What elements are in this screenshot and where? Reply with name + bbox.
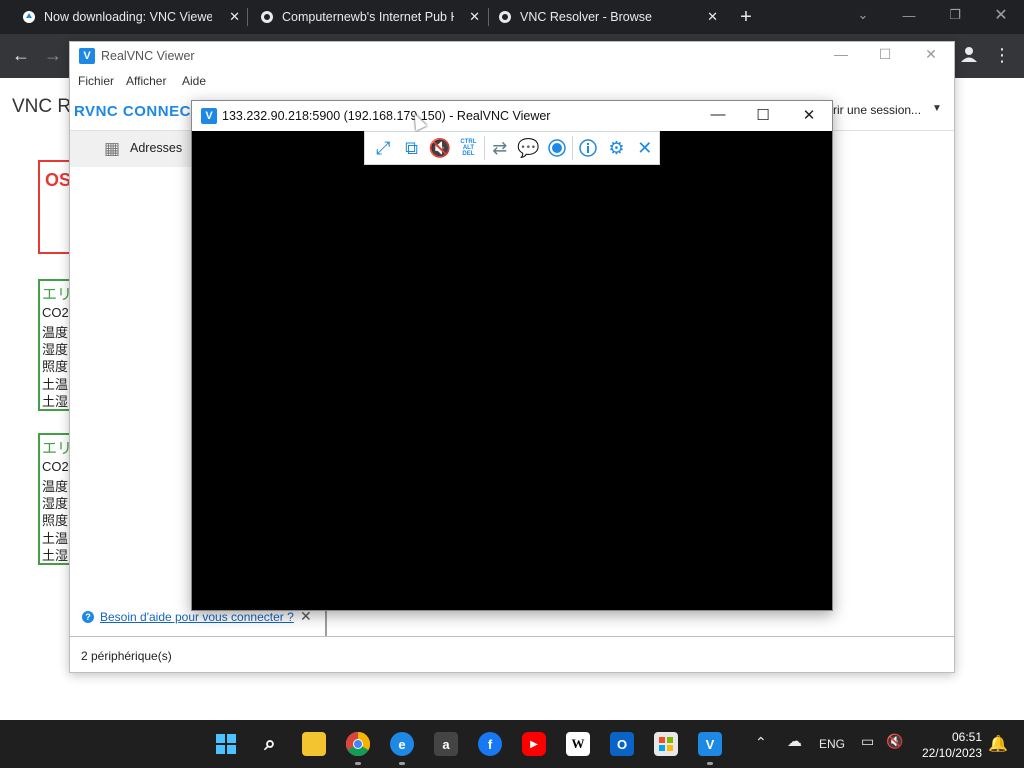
grid-icon: ▦ (104, 139, 121, 158)
vnc-session-window[interactable]: V 133.232.90.218:5900 (192.168.179.150) … (191, 100, 833, 611)
record-icon[interactable] (542, 135, 570, 161)
area-row: 土湿 (42, 394, 69, 409)
page-title: VNC R (12, 96, 72, 117)
tab-close-icon[interactable]: ✕ (707, 9, 718, 25)
chevron-down-icon[interactable]: ▼ (932, 103, 942, 114)
clock-date[interactable]: 22/10/2023 (918, 746, 982, 760)
help-link[interactable]: Besoin d'aide pour vous connecter ? (100, 610, 294, 624)
session-title: 133.232.90.218:5900 (192.168.179.150) - … (222, 109, 551, 123)
realvnc-connect-logo: RVNC CONNECT (74, 103, 201, 120)
start-icon[interactable] (214, 732, 238, 756)
realvnc-app-icon: V (79, 48, 95, 64)
session-toolbar: ⤢ ⧉ 🔇 CTRL ALT DEL ⇄ 💬 ⚙ ✕ (364, 131, 660, 165)
menu-bar: Fichier Afficher Aide (70, 71, 954, 93)
os-label: OS (45, 170, 72, 190)
back-icon[interactable]: ← (10, 45, 32, 66)
minimize-icon[interactable]: — (703, 106, 733, 126)
file-explorer-icon[interactable] (302, 732, 326, 756)
minimize-icon[interactable]: — (886, 0, 932, 30)
window-title: RealVNC Viewer (101, 49, 195, 63)
toolbar-divider (483, 136, 485, 160)
maximize-icon[interactable]: ☐ (748, 106, 778, 126)
area-row: CO2 (42, 459, 69, 474)
toolbar-divider (571, 136, 573, 160)
area-row: CO2 (42, 305, 69, 320)
clock-time[interactable]: 06:51 (948, 730, 982, 744)
scale-icon[interactable]: ⧉ (397, 135, 425, 161)
facebook-icon[interactable]: f (478, 732, 502, 756)
maximize-icon[interactable]: ☐ (870, 46, 900, 66)
menu-fichier[interactable]: Fichier (78, 74, 114, 88)
search-icon[interactable]: ⌕ (258, 732, 282, 756)
browser-tab-strip: Now downloading: VNC Viewer ✕ Computerne… (0, 0, 1024, 34)
network-icon[interactable]: ▭ (861, 733, 874, 750)
audio-muted-icon[interactable]: 🔇 (426, 135, 454, 161)
menu-aide[interactable]: Aide (182, 74, 206, 88)
amazon-icon[interactable]: a (434, 732, 458, 756)
close-icon[interactable]: ✕ (794, 106, 824, 126)
session-search-input[interactable]: vrir une session... (827, 103, 921, 117)
area-row: 照度 (42, 513, 69, 528)
new-tab-button[interactable]: + (726, 0, 766, 34)
area-heading: エリ (42, 440, 73, 457)
cad-del: DEL (462, 151, 475, 157)
tab-vnc-resolver[interactable]: VNC Resolver - Browse ✕ (476, 0, 726, 34)
settings-icon[interactable]: ⚙ (602, 135, 630, 161)
minimize-icon[interactable]: — (826, 46, 856, 66)
vnc-icon (22, 10, 36, 24)
computernewb-icon (260, 10, 274, 24)
realvnc-app-icon: V (201, 108, 217, 124)
language-indicator[interactable]: ENG (819, 737, 845, 751)
chevron-up-icon[interactable]: ⌃ (755, 734, 767, 751)
running-indicator (707, 762, 713, 765)
tab-title: Now downloading: VNC Viewer (44, 10, 212, 24)
volume-muted-icon[interactable]: 🔇 (886, 733, 903, 750)
vnc-viewer-icon[interactable]: V (698, 732, 722, 756)
window-titlebar[interactable]: V RealVNC Viewer — ☐ ✕ (70, 42, 954, 71)
status-bar: 2 périphérique(s) (70, 636, 954, 672)
tab-computernewb-pub[interactable]: Computernewb's Internet Pub H ✕ (238, 0, 488, 34)
tab-title: VNC Resolver - Browse (520, 10, 652, 24)
area-row: 土湿 (42, 548, 69, 563)
onedrive-icon[interactable]: ☁ (787, 732, 802, 750)
close-icon[interactable]: ✕ (631, 135, 659, 161)
forward-icon[interactable]: → (42, 45, 64, 66)
chrome-icon[interactable] (346, 732, 370, 756)
help-icon: ? (82, 611, 94, 623)
tab-search-icon[interactable]: ⌄ (840, 0, 886, 30)
outlook-icon[interactable]: O (610, 732, 634, 756)
tab-title: Computernewb's Internet Pub H (282, 10, 454, 24)
wikipedia-icon[interactable]: W (566, 732, 590, 756)
file-transfer-icon[interactable]: ⇄ (486, 135, 514, 161)
sidebar-item-label: Adresses (130, 141, 183, 155)
close-icon[interactable]: ✕ (978, 0, 1024, 30)
close-icon[interactable]: ✕ (916, 46, 946, 66)
profile-icon[interactable] (958, 45, 980, 68)
more-menu-icon[interactable]: ⋮ (991, 45, 1013, 66)
info-icon[interactable] (574, 135, 602, 161)
store-icon[interactable] (654, 732, 678, 756)
area-row: 照度 (42, 359, 69, 374)
running-indicator (399, 762, 405, 765)
tab-vnc-download[interactable]: Now downloading: VNC Viewer ✕ (0, 0, 248, 34)
device-count: 2 périphérique(s) (81, 649, 172, 663)
restore-icon[interactable]: ❐ (932, 0, 978, 30)
computernewb-icon (498, 10, 512, 24)
area-heading: エリ (42, 286, 73, 303)
running-indicator (355, 762, 361, 765)
edge-icon[interactable]: e (390, 732, 414, 756)
ctrl-alt-del-icon[interactable]: CTRL ALT DEL (454, 135, 482, 161)
fullscreen-icon[interactable]: ⤢ (369, 135, 397, 161)
menu-afficher[interactable]: Afficher (126, 74, 166, 88)
taskbar: ⌕ e a f ▶ W O V ⌃ ☁ ENG ▭ 🔇 06:51 22/10/… (0, 720, 1024, 768)
youtube-icon[interactable]: ▶ (522, 732, 546, 756)
session-titlebar[interactable]: V 133.232.90.218:5900 (192.168.179.150) … (192, 101, 832, 131)
chat-icon[interactable]: 💬 (514, 135, 542, 161)
notification-bell-icon[interactable]: 🔔 (988, 734, 1008, 754)
